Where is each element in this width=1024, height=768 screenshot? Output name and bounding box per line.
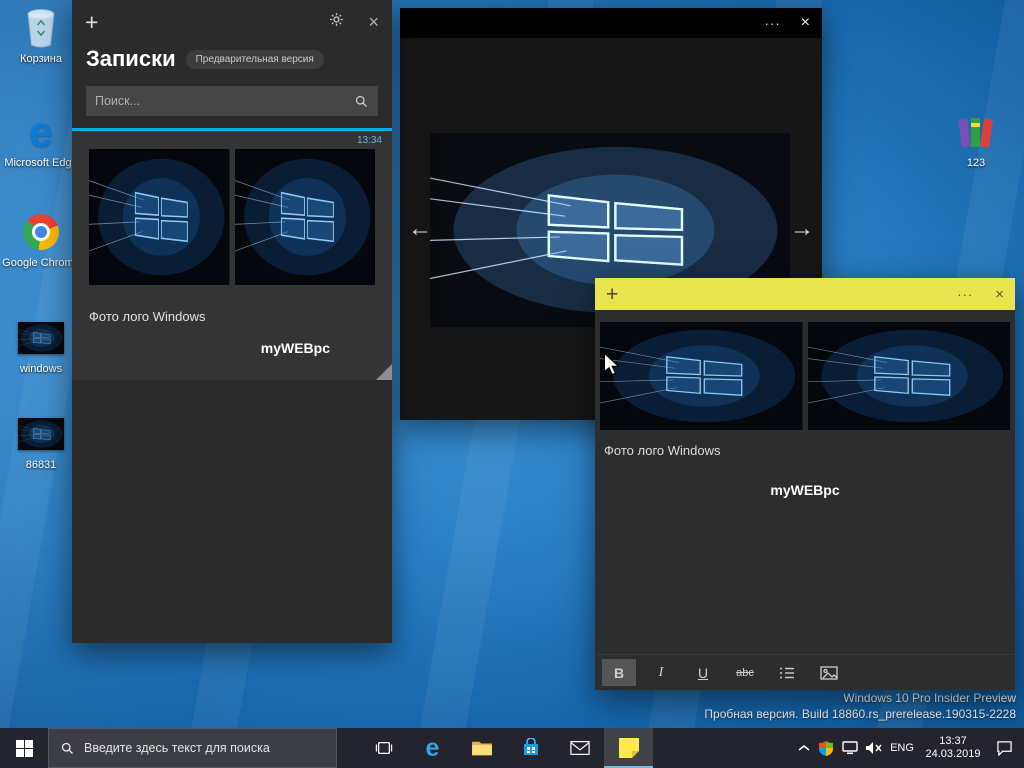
note-footer-text: myWEBpc (260, 340, 330, 356)
more-options-icon[interactable]: ··· (765, 16, 781, 31)
page-title: Записки (86, 46, 176, 71)
action-center-icon[interactable] (988, 728, 1020, 768)
taskbar: e (0, 728, 1024, 768)
taskbar-search-box[interactable] (48, 728, 337, 768)
more-options-icon[interactable]: ··· (957, 287, 973, 302)
desktop-icon-recycle-bin[interactable]: Корзина (2, 6, 80, 66)
note-image-thumbnail (89, 149, 230, 285)
insider-watermark: Windows 10 Pro Insider Preview Пробная в… (704, 690, 1016, 722)
note-timestamp: 13:34 (356, 135, 382, 146)
note-image[interactable] (600, 322, 803, 430)
clock[interactable]: 13:37 24.03.2019 (918, 728, 988, 768)
tray-time: 13:37 (939, 735, 967, 747)
strikethrough-button[interactable]: abc (728, 659, 762, 686)
folder-icon (471, 741, 492, 756)
sticky-note-window: + ··· × Фото лого Windows myWEBpc B I U … (595, 278, 1015, 690)
note-format-toolbar: B I U abc (595, 654, 1015, 690)
network-icon[interactable] (838, 728, 862, 768)
new-note-button[interactable]: + (606, 284, 618, 305)
watermark-line-1: Windows 10 Pro Insider Preview (843, 691, 1016, 705)
winrar-books-icon (948, 110, 1004, 154)
task-view-icon (375, 742, 392, 754)
taskbar-search-input[interactable] (84, 741, 325, 755)
taskbar-edge-button[interactable]: e (408, 728, 457, 768)
desktop-icon-label: windows (19, 363, 63, 375)
microsoft-store-icon (523, 738, 538, 755)
sticky-notes-list-window: + × Записки Предварительная версия 13:34… (72, 0, 392, 643)
start-button[interactable] (0, 728, 48, 768)
notes-list-titlebar: + × (72, 0, 392, 44)
desktop-icon-label: Microsoft Edge (4, 157, 78, 169)
note-thumbnails (72, 149, 392, 285)
notes-search-box[interactable] (86, 86, 378, 116)
note-caption[interactable]: Фото лого Windows (595, 430, 1015, 458)
desktop-icon-label: Google Chrome (2, 257, 80, 269)
italic-button[interactable]: I (644, 659, 678, 686)
taskbar-app-buttons: e (359, 728, 653, 768)
insert-image-icon[interactable] (812, 659, 846, 686)
sticky-notes-icon (618, 738, 639, 758)
preview-version-badge: Предварительная версия (185, 49, 324, 69)
image-file-thumbnail-icon (2, 316, 80, 360)
underline-button[interactable]: U (686, 659, 720, 686)
note-preview-card[interactable]: 13:34 Фото лого Windows myWEBpc (72, 128, 392, 380)
bold-button[interactable]: B (602, 659, 636, 686)
system-tray: ENG 13:37 24.03.2019 (793, 728, 1024, 768)
close-icon[interactable]: × (995, 286, 1004, 303)
search-icon (60, 741, 75, 756)
close-icon[interactable]: × (801, 14, 810, 32)
show-hidden-icons-chevron[interactable] (793, 728, 814, 768)
desktop-icon-label: 86831 (25, 459, 57, 471)
taskbar-store-button[interactable] (506, 728, 555, 768)
note-images (595, 310, 1015, 430)
desktop-icon-label: 123 (966, 157, 986, 169)
desktop-icon-windows-image[interactable]: windows (2, 316, 80, 376)
language-indicator[interactable]: ENG (886, 728, 918, 768)
notes-search-input[interactable] (86, 94, 354, 108)
windows-security-shield-icon[interactable] (814, 728, 838, 768)
viewer-titlebar: ··· × (400, 8, 822, 38)
note-caption: Фото лого Windows (89, 309, 206, 324)
edge-icon: e (425, 733, 440, 762)
notes-list-header: Записки Предварительная версия (72, 44, 392, 72)
taskbar-file-explorer-button[interactable] (457, 728, 506, 768)
new-note-button[interactable]: + (85, 10, 98, 34)
settings-gear-icon[interactable] (328, 11, 345, 33)
windows-logo-icon (15, 739, 33, 757)
desktop-icon-label: Корзина (20, 53, 62, 65)
recycle-bin-icon (2, 6, 80, 50)
close-icon[interactable]: × (368, 12, 379, 33)
search-icon (354, 94, 378, 109)
note-footer-text[interactable]: myWEBpc (595, 458, 1015, 498)
chrome-icon (2, 210, 80, 254)
taskbar-sticky-notes-button[interactable] (604, 728, 653, 768)
note-image[interactable] (807, 322, 1010, 430)
note-image-thumbnail (234, 149, 375, 285)
desktop-icon-google-chrome[interactable]: Google Chrome (2, 210, 80, 270)
taskbar-mail-button[interactable] (555, 728, 604, 768)
edge-icon: e (29, 108, 53, 155)
volume-muted-icon[interactable] (862, 728, 886, 768)
previous-image-arrow[interactable]: ← (408, 217, 432, 241)
task-view-button[interactable] (359, 728, 408, 768)
tray-date: 24.03.2019 (925, 748, 981, 760)
mail-icon (569, 741, 590, 755)
sticky-note-header[interactable]: + ··· × (595, 278, 1015, 310)
watermark-line-2: Пробная версия. Build 18860.rs_prereleas… (704, 707, 1016, 721)
desktop-icon-microsoft-edge[interactable]: e Microsoft Edge (2, 110, 80, 170)
desktop-icon-86831-image[interactable]: 86831 (2, 412, 80, 472)
desktop-icon-winrar-archive[interactable]: 123 (948, 110, 1004, 170)
next-image-arrow[interactable]: → (790, 217, 814, 241)
bullet-list-icon[interactable] (770, 659, 804, 686)
image-file-thumbnail-icon (2, 412, 80, 456)
